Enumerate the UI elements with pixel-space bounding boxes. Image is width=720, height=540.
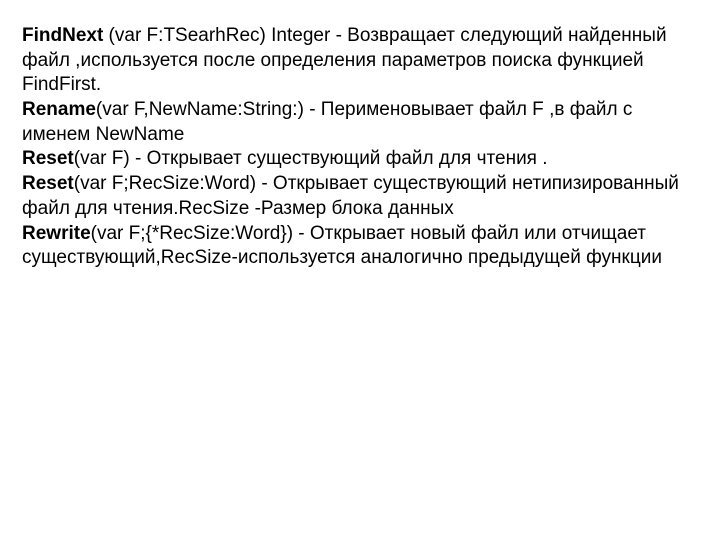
func-desc: (var F;{*RecSize:Word}) - Открывает новы… — [22, 223, 662, 269]
func-desc: (var F;RecSize:Word) - Открывает существ… — [22, 173, 679, 219]
func-entry: Reset(var F) - Открывает существующий фа… — [22, 147, 702, 172]
func-name: FindNext — [22, 25, 103, 46]
func-entry: Reset(var F;RecSize:Word) - Открывает су… — [22, 172, 702, 221]
func-desc: (var F) - Открывает существующий файл дл… — [74, 148, 548, 169]
document-body: FindNext (var F:TSearhRec) Integer - Воз… — [0, 0, 720, 271]
func-entry: Rename(var F,NewName:String:) - Перимено… — [22, 98, 702, 147]
func-name: Rewrite — [22, 223, 91, 244]
func-entry: Rewrite(var F;{*RecSize:Word}) - Открыва… — [22, 222, 702, 271]
func-entry: FindNext (var F:TSearhRec) Integer - Воз… — [22, 24, 702, 98]
func-name: Reset — [22, 173, 74, 194]
func-name: Rename — [22, 99, 96, 120]
func-desc: (var F:TSearhRec) Integer - Возвращает с… — [22, 25, 667, 95]
func-desc: (var F,NewName:String:) - Перименовывает… — [22, 99, 632, 145]
func-name: Reset — [22, 148, 74, 169]
